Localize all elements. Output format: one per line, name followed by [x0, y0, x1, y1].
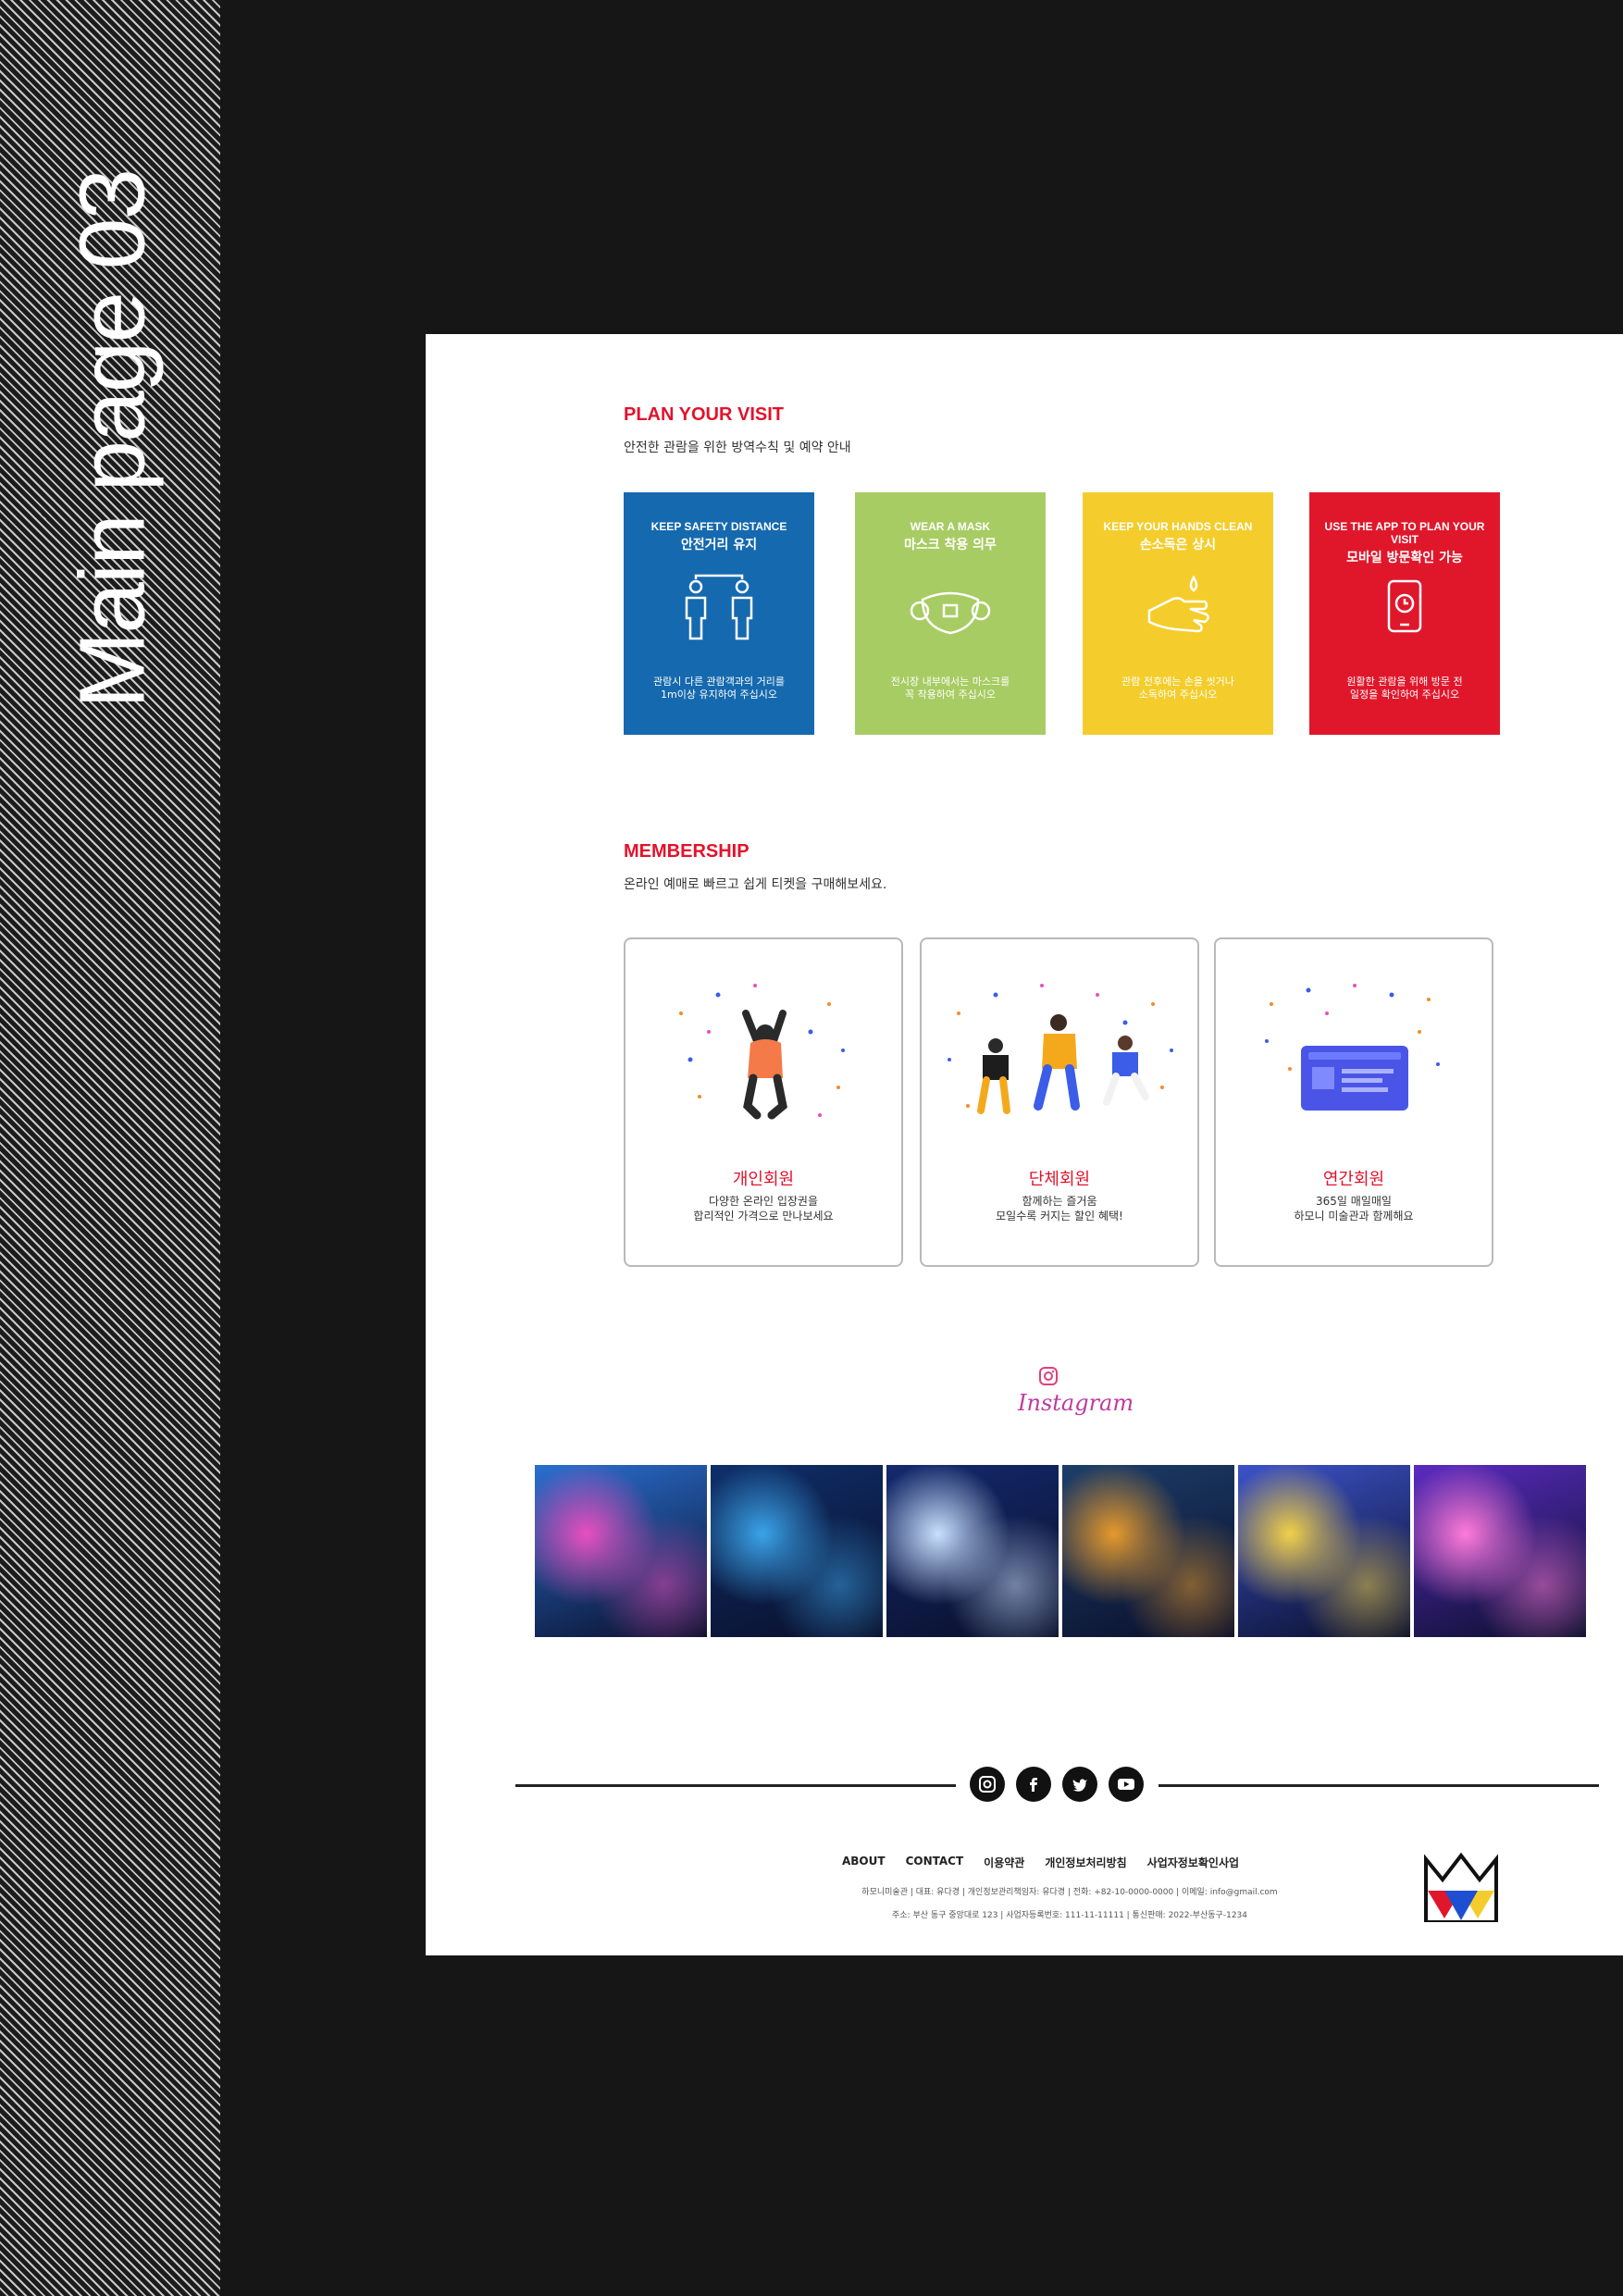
guide-card-desc: 꼭 착용하여 주십시오 — [904, 689, 997, 701]
people-distance-icon — [685, 574, 753, 640]
harmony-logo[interactable] — [1422, 1852, 1500, 1922]
membership-card-desc: 합리적인 가격으로 만나보세요 — [693, 1210, 834, 1222]
membership-title: MEMBERSHIP — [624, 841, 750, 862]
youtube-icon — [1118, 1779, 1134, 1790]
plan-visit-title: PLAN YOUR VISIT — [624, 404, 784, 425]
footer-link-terms[interactable]: 이용약관 — [984, 1855, 1024, 1870]
guide-card-desc: 관람시 다른 관람객과의 거리를 — [652, 676, 786, 688]
membership-card-illustration — [1265, 984, 1440, 1111]
guide-card-ko: 마스크 착용 의무 — [904, 538, 997, 552]
footer-divider-left — [515, 1784, 956, 1787]
membership-card-group[interactable]: 단체회원 함께하는 즐거움 모일수록 커지는 할인 혜택! — [920, 937, 1199, 1267]
instagram-button[interactable] — [970, 1767, 1005, 1802]
membership-card-individual[interactable]: 개인회원 다양한 온라인 입장권을 합리적인 가격으로 만나보세요 — [624, 937, 903, 1267]
membership-card-desc: 모일수록 커지는 할인 혜택! — [996, 1210, 1123, 1222]
instagram-icon — [1039, 1367, 1058, 1385]
instagram-photo[interactable] — [1062, 1465, 1234, 1637]
guide-card-ko: 손소독은 상시 — [1139, 538, 1217, 552]
striped-side-panel: Main page 03 — [0, 0, 220, 2296]
guide-card-en: KEEP SAFETY DISTANCE — [650, 520, 787, 533]
instagram-photo[interactable] — [711, 1465, 883, 1637]
guide-card-ko: 모바일 방문확인 가능 — [1346, 551, 1463, 565]
membership-card-desc: 365일 매일매일 — [1316, 1195, 1392, 1208]
membership-card-annual[interactable]: 연간회원 365일 매일매일 하모니 미술관과 함께해요 — [1214, 937, 1493, 1267]
instagram-heading[interactable]: Instagram — [1018, 1366, 1134, 1416]
membership-card-desc: 함께하는 즐거움 — [1022, 1195, 1097, 1208]
guide-card-en: KEEP YOUR HANDS CLEAN — [1103, 520, 1253, 533]
instagram-photo[interactable] — [886, 1465, 1059, 1637]
footer-link-privacy[interactable]: 개인정보처리방침 — [1045, 1855, 1126, 1870]
footer-link-contact[interactable]: CONTACT — [906, 1855, 964, 1870]
membership-card-desc: 다양한 온라인 입장권을 — [708, 1195, 819, 1208]
mask-icon — [910, 591, 991, 635]
membership-card-title: 연간회원 — [1322, 1170, 1385, 1189]
guide-card-desc: 전시장 내부에서는 마스크를 — [890, 676, 1010, 688]
plan-visit-subtitle: 안전한 관람을 위한 방역수칙 및 예약 안내 — [624, 441, 851, 455]
jumping-person-illustration — [679, 984, 845, 1120]
footer-address-info: 주소: 부산 동구 중앙대로 123 | 사업자등록번호: 111-11-111… — [891, 1911, 1247, 1920]
group-jumping-illustration — [948, 984, 1173, 1114]
instagram-icon — [979, 1776, 996, 1793]
guide-card-en: USE THE APP TO PLAN YOUR VISIT — [1324, 520, 1485, 546]
guide-card-mask[interactable]: WEAR A MASK 마스크 착용 의무 전시장 내부에서는 마스크를 꼭 착… — [855, 492, 1046, 735]
guide-card-desc: 소독하여 주십시오 — [1138, 689, 1218, 701]
twitter-icon — [1072, 1779, 1087, 1792]
guide-card-distance[interactable]: KEEP SAFETY DISTANCE 안전거리 유지 관람시 다른 관람객과… — [624, 492, 814, 735]
facebook-icon — [1030, 1778, 1037, 1792]
youtube-button[interactable] — [1109, 1767, 1144, 1802]
guide-card-app[interactable]: USE THE APP TO PLAN YOUR VISIT 모바일 방문확인 … — [1309, 492, 1500, 735]
twitter-button[interactable] — [1062, 1767, 1097, 1802]
footer-divider-right — [1158, 1784, 1599, 1787]
instagram-photo[interactable] — [535, 1465, 707, 1637]
guide-card-ko: 안전거리 유지 — [680, 538, 758, 552]
guide-card-hands[interactable]: KEEP YOUR HANDS CLEAN 손소독은 상시 관람 전후에는 손을… — [1083, 492, 1273, 735]
side-page-label: Main page 03 — [60, 169, 165, 710]
guide-card-desc: 원활한 관람을 위해 방문 전 — [1346, 676, 1463, 688]
hand-sanitize-icon — [1147, 575, 1209, 633]
guide-card-desc: 일정을 확인하여 주십시오 — [1349, 689, 1460, 701]
footer-link-business-info[interactable]: 사업자정보확인사업 — [1147, 1855, 1239, 1870]
membership-card-title: 개인회원 — [732, 1170, 795, 1189]
main-page-preview: PLAN YOUR VISIT 안전한 관람을 위한 방역수칙 및 예약 안내 … — [426, 334, 1623, 1955]
phone-clock-icon — [1387, 579, 1422, 633]
instagram-wordmark: Instagram — [1018, 1390, 1134, 1416]
footer-nav: ABOUT CONTACT 이용약관 개인정보처리방침 사업자정보확인사업 — [842, 1855, 1239, 1870]
guide-card-en: WEAR A MASK — [910, 520, 991, 533]
instagram-photo[interactable] — [1414, 1465, 1586, 1637]
membership-subtitle: 온라인 예매로 빠르고 쉽게 티켓을 구매해보세요. — [624, 877, 887, 892]
facebook-button[interactable] — [1016, 1767, 1051, 1802]
guide-card-desc: 1m이상 유지하여 주십시오 — [661, 689, 777, 701]
membership-card-desc: 하모니 미술관과 함께해요 — [1294, 1210, 1414, 1222]
footer-company-info: 하모니미술관 | 대표: 유다경 | 개인정보관리책임자: 유다경 | 전화: … — [861, 1888, 1278, 1897]
membership-card-title: 단체회원 — [1028, 1170, 1091, 1189]
guide-card-desc: 관람 전후에는 손을 씻거나 — [1121, 676, 1234, 688]
instagram-photo[interactable] — [1238, 1465, 1410, 1637]
footer-link-about[interactable]: ABOUT — [842, 1855, 886, 1870]
